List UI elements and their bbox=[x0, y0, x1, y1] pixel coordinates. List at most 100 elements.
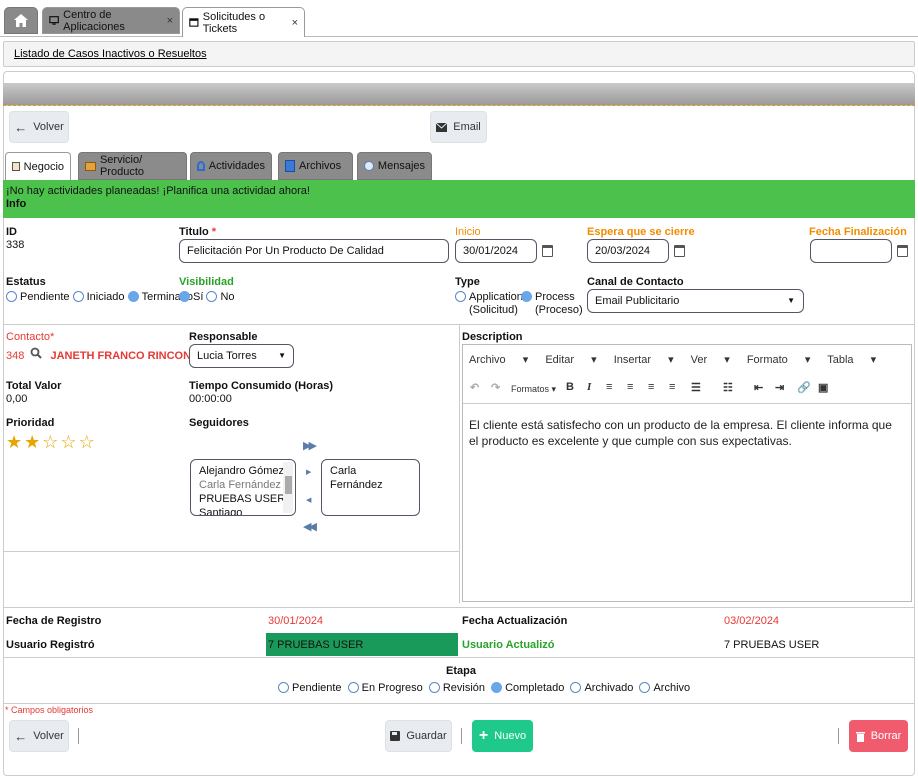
menu-ver[interactable]: Ver ▾ bbox=[691, 354, 730, 366]
formats-dropdown[interactable]: Formatos ▾ bbox=[511, 384, 556, 395]
move-right-icon[interactable]: ▶ bbox=[306, 468, 311, 476]
plus-icon: + bbox=[478, 727, 489, 744]
header-strip bbox=[3, 83, 915, 106]
radio-icon bbox=[570, 682, 582, 693]
back-button[interactable]: ← Volver bbox=[9, 111, 69, 143]
redo-icon[interactable]: ↷ bbox=[491, 381, 500, 394]
scrollbar[interactable] bbox=[283, 462, 293, 513]
radio-icon bbox=[639, 682, 651, 693]
italic-icon[interactable]: I bbox=[587, 381, 591, 393]
home-tab[interactable] bbox=[4, 7, 38, 34]
move-left-icon[interactable]: ◀ bbox=[306, 496, 311, 504]
tab-actividades[interactable]: Actividades bbox=[190, 152, 272, 180]
description-content[interactable]: El cliente está satisfecho con un produc… bbox=[469, 417, 899, 449]
contacto-name[interactable]: JANETH FRANCO RINCON bbox=[50, 350, 191, 362]
inicio-date-input[interactable]: 30/01/2024 bbox=[455, 239, 537, 263]
star-empty-icon[interactable]: ☆ bbox=[60, 432, 76, 452]
etapa-en-progreso[interactable]: En Progreso bbox=[347, 682, 423, 694]
window-icon bbox=[189, 18, 199, 27]
etapa-revision[interactable]: Revisión bbox=[428, 682, 485, 694]
list-item[interactable]: Carla Fernández bbox=[199, 478, 287, 492]
visibilidad-radio-group: Sí No bbox=[179, 291, 235, 303]
star-empty-icon[interactable]: ☆ bbox=[42, 432, 58, 452]
etapa-archivo[interactable]: Archivo bbox=[639, 682, 690, 694]
seguidores-available-list[interactable]: Alejandro Gómez Carla Fernández PRUEBAS … bbox=[190, 459, 296, 516]
divider bbox=[838, 728, 839, 744]
star-empty-icon[interactable]: ☆ bbox=[79, 432, 95, 452]
calendar-icon[interactable] bbox=[674, 245, 685, 257]
align-left-icon[interactable]: ≡ bbox=[606, 381, 612, 393]
menu-insertar[interactable]: Insertar ▾ bbox=[614, 354, 674, 366]
save-button[interactable]: Guardar bbox=[385, 720, 452, 752]
estatus-iniciado[interactable]: Iniciado bbox=[72, 291, 125, 303]
prioridad-rating[interactable]: ★ ★ ☆ ☆ ☆ bbox=[6, 432, 97, 453]
responsable-select[interactable]: Lucia Torres ▼ bbox=[189, 344, 294, 368]
etapa-completado[interactable]: Completado bbox=[491, 682, 564, 694]
calendar-icon[interactable] bbox=[897, 245, 908, 257]
bold-icon[interactable]: B bbox=[566, 381, 574, 393]
list-item[interactable]: Carla Fernández bbox=[330, 464, 411, 492]
align-justify-icon[interactable]: ≡ bbox=[669, 381, 675, 393]
espera-date-input[interactable]: 20/03/2024 bbox=[587, 239, 669, 263]
usuario-registro-value: 7 PRUEBAS USER bbox=[266, 633, 458, 656]
activity-icon bbox=[197, 161, 205, 171]
visibilidad-si[interactable]: Sí bbox=[179, 291, 203, 303]
close-icon[interactable]: × bbox=[167, 15, 173, 27]
align-center-icon[interactable]: ≡ bbox=[627, 381, 633, 393]
menu-archivo[interactable]: Archivo ▾ bbox=[469, 354, 528, 366]
fecha-finalizacion-input[interactable] bbox=[810, 239, 892, 263]
close-icon[interactable]: × bbox=[292, 17, 298, 29]
star-filled-icon[interactable]: ★ bbox=[6, 432, 22, 452]
radio-icon bbox=[455, 291, 466, 302]
trash-icon bbox=[855, 731, 865, 742]
outdent-icon[interactable]: ⇤ bbox=[754, 381, 763, 394]
indent-icon[interactable]: ⇥ bbox=[775, 381, 784, 394]
tab-mensajes[interactable]: Mensajes bbox=[357, 152, 432, 180]
calendar-icon[interactable] bbox=[542, 245, 553, 257]
estatus-radio-group: Pendiente Iniciado Terminado bbox=[6, 291, 193, 303]
canal-select[interactable]: Email Publicitario ▼ bbox=[587, 289, 804, 313]
bullet-list-icon[interactable]: ☰ bbox=[691, 381, 701, 394]
etapa-pendiente[interactable]: Pendiente bbox=[278, 682, 342, 694]
titulo-input[interactable]: Felicitación Por Un Producto De Calidad bbox=[179, 239, 449, 263]
move-all-right-icon[interactable]: ▶▶ bbox=[303, 439, 317, 452]
link-icon[interactable]: 🔗 bbox=[797, 381, 811, 394]
type-process[interactable]: Process bbox=[521, 291, 575, 303]
divider bbox=[463, 403, 911, 404]
star-filled-icon[interactable]: ★ bbox=[24, 432, 40, 452]
undo-icon[interactable]: ↶ bbox=[470, 381, 479, 394]
seguidores-selected-list[interactable]: Carla Fernández bbox=[321, 459, 420, 516]
numbered-list-icon[interactable]: ☷ bbox=[723, 381, 733, 394]
tab-solicitudes-tickets[interactable]: Solicitudes o Tickets × bbox=[182, 7, 305, 37]
new-button[interactable]: + Nuevo bbox=[472, 720, 533, 752]
menu-tabla[interactable]: Tabla ▾ bbox=[827, 354, 876, 366]
radio-icon bbox=[278, 682, 289, 693]
rich-text-editor: Archivo ▾ Editar ▾ Insertar ▾ Ver ▾ Form… bbox=[462, 344, 912, 602]
etapa-archivado[interactable]: Archivado bbox=[570, 682, 633, 694]
type-application[interactable]: Application bbox=[455, 291, 523, 303]
divider bbox=[459, 325, 460, 603]
email-button[interactable]: Email bbox=[430, 111, 487, 143]
list-item[interactable]: Alejandro Gómez bbox=[199, 464, 287, 478]
breadcrumb-link[interactable]: Listado de Casos Inactivos o Resueltos bbox=[14, 48, 207, 60]
visibilidad-no[interactable]: No bbox=[206, 291, 235, 303]
align-right-icon[interactable]: ≡ bbox=[648, 381, 654, 393]
tab-centro-aplicaciones[interactable]: Centro de Aplicaciones × bbox=[42, 7, 180, 34]
menu-editar[interactable]: Editar ▾ bbox=[545, 354, 596, 366]
button-label: Nuevo bbox=[494, 730, 527, 742]
estatus-pendiente[interactable]: Pendiente bbox=[6, 291, 70, 303]
footer-back-button[interactable]: ← Volver bbox=[9, 720, 69, 752]
list-item[interactable]: Santiago Ramírez bbox=[199, 506, 287, 515]
move-all-left-icon[interactable]: ◀◀ bbox=[303, 520, 317, 533]
etapa-radio-group: Pendiente En Progreso Revisión Completad… bbox=[278, 682, 690, 694]
tab-negocio[interactable]: Negocio bbox=[5, 152, 71, 180]
fecha-actualizacion-label: Fecha Actualización bbox=[462, 615, 568, 627]
image-icon[interactable]: ▣ bbox=[818, 381, 828, 394]
menu-formato[interactable]: Formato ▾ bbox=[747, 354, 811, 366]
search-icon[interactable] bbox=[30, 347, 44, 362]
tab-archivos[interactable]: Archivos bbox=[278, 152, 353, 180]
delete-button[interactable]: Borrar bbox=[849, 720, 908, 752]
tab-servicio-producto[interactable]: Servicio/ Producto bbox=[78, 152, 187, 180]
list-item[interactable]: PRUEBAS USER bbox=[199, 492, 287, 506]
email-button-label: Email bbox=[453, 121, 481, 133]
